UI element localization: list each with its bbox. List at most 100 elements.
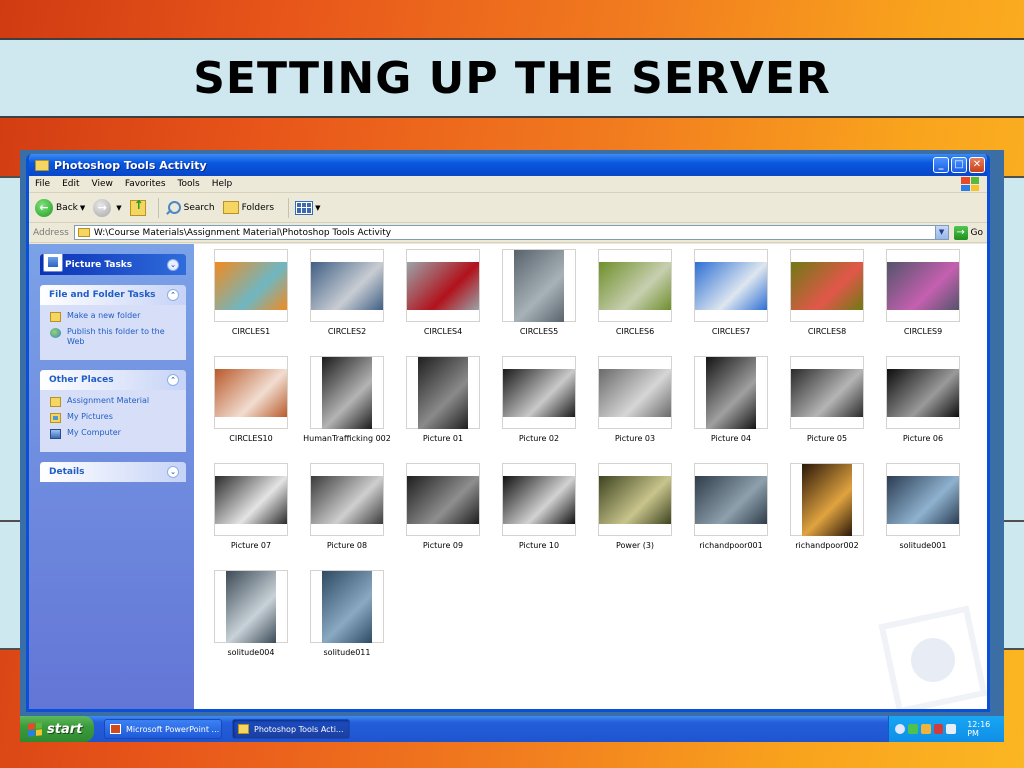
taskbar-explorer[interactable]: Photoshop Tools Acti...: [232, 719, 350, 739]
thumbnail-image: [322, 570, 372, 643]
tray-display-icon[interactable]: [946, 724, 957, 734]
file-thumbnail[interactable]: Picture 03: [587, 356, 683, 463]
thumbnail-frame: [214, 570, 288, 643]
file-thumbnail[interactable]: Picture 02: [491, 356, 587, 463]
tray-security-icon[interactable]: [933, 724, 944, 734]
file-thumbnail[interactable]: CIRCLES4: [395, 249, 491, 356]
picture-tasks-header[interactable]: Picture Tasks ⌄: [40, 254, 186, 275]
toolbar-divider: [157, 197, 159, 218]
menu-view[interactable]: View: [92, 179, 113, 189]
maximize-button[interactable]: □: [951, 157, 967, 173]
thumbnail-image: [311, 261, 383, 310]
make-new-folder-link[interactable]: Make a new folder: [50, 311, 178, 322]
file-thumbnail[interactable]: CIRCLES9: [875, 249, 971, 356]
minimize-button[interactable]: _: [933, 157, 949, 173]
search-button[interactable]: Search: [165, 200, 215, 216]
clock: 12:16 PM: [967, 720, 991, 738]
folders-button[interactable]: Folders: [222, 201, 274, 214]
file-thumbnail[interactable]: Power (3): [587, 463, 683, 570]
file-thumbnail[interactable]: richandpoor002: [779, 463, 875, 570]
menu-file[interactable]: File: [35, 179, 50, 189]
address-input[interactable]: W:\Course Materials\Assignment Material\…: [73, 225, 949, 240]
picture-folder-watermark-icon: [878, 605, 987, 709]
my-pictures-link[interactable]: My Pictures: [50, 412, 178, 423]
start-button[interactable]: start: [20, 716, 94, 742]
file-thumbnail[interactable]: solitude011: [299, 570, 395, 677]
menu-favorites[interactable]: Favorites: [125, 179, 166, 189]
folders-icon: [222, 201, 239, 214]
file-thumbnail[interactable]: richandpoor001: [683, 463, 779, 570]
views-button[interactable]: ▼: [295, 200, 320, 215]
file-thumbnail[interactable]: Picture 10: [491, 463, 587, 570]
go-button[interactable]: → Go: [953, 225, 983, 240]
chevron-down-icon: ▼: [79, 203, 86, 212]
menu-bar: File Edit View Favorites Tools Help: [29, 176, 987, 193]
file-folder-tasks-body: Make a new folder Publish this folder to…: [40, 305, 186, 360]
thumbnail-image: [791, 261, 863, 310]
thumbnail-image: [215, 261, 287, 310]
thumbnail-frame: [886, 356, 960, 429]
chevron-down-icon[interactable]: ⌄: [167, 466, 179, 478]
file-thumbnail[interactable]: CIRCLES10: [203, 356, 299, 463]
back-button[interactable]: ← Back ▼: [35, 198, 86, 217]
file-name: CIRCLES5: [519, 327, 559, 336]
up-folder-icon[interactable]: [129, 198, 146, 216]
chevron-up-icon[interactable]: ⌃: [167, 289, 179, 301]
chevron-up-icon[interactable]: ⌃: [167, 374, 179, 386]
toolbar: ← Back ▼ → ▼ Search Folders: [29, 193, 987, 223]
file-thumbnail[interactable]: HumanTrafficking 002: [299, 356, 395, 463]
other-places-header[interactable]: Other Places ⌃: [40, 370, 186, 390]
window-title-bar[interactable]: Photoshop Tools Activity _ □ ✕: [29, 154, 987, 176]
file-thumbnail[interactable]: CIRCLES7: [683, 249, 779, 356]
menu-tools[interactable]: Tools: [178, 179, 200, 189]
my-pictures-label: My Pictures: [67, 412, 113, 421]
file-thumbnail[interactable]: CIRCLES5: [491, 249, 587, 356]
file-name: CIRCLES1: [231, 327, 271, 336]
my-computer-link[interactable]: My Computer: [50, 428, 178, 439]
close-button[interactable]: ✕: [969, 157, 985, 173]
thumbnail-frame: [790, 356, 864, 429]
file-thumbnail[interactable]: CIRCLES1: [203, 249, 299, 356]
windows-flag-icon: [28, 721, 42, 737]
thumbnail-image: [311, 475, 383, 524]
slide-title: SETTING UP THE SERVER: [193, 52, 831, 104]
menu-edit[interactable]: Edit: [62, 179, 79, 189]
tray-network-icon[interactable]: [907, 724, 918, 734]
file-thumbnail[interactable]: Picture 08: [299, 463, 395, 570]
taskbar: start Microsoft PowerPoint ... Photoshop…: [20, 716, 1004, 742]
publish-folder-link[interactable]: Publish this folder to the Web: [50, 327, 178, 347]
file-thumbnail[interactable]: Picture 07: [203, 463, 299, 570]
thumbnail-frame: [598, 463, 672, 536]
forward-button[interactable]: → ▼: [93, 198, 122, 217]
details-header[interactable]: Details ⌄: [40, 462, 186, 482]
file-thumbnail[interactable]: Picture 04: [683, 356, 779, 463]
chevron-down-icon[interactable]: ▼: [934, 226, 948, 239]
start-label: start: [47, 721, 83, 737]
file-name: Picture 04: [710, 434, 752, 443]
taskbar-powerpoint[interactable]: Microsoft PowerPoint ...: [104, 719, 222, 739]
file-thumbnail[interactable]: CIRCLES2: [299, 249, 395, 356]
tray-expand-icon[interactable]: [895, 724, 905, 734]
file-thumbnail[interactable]: Picture 01: [395, 356, 491, 463]
file-thumbnail[interactable]: CIRCLES6: [587, 249, 683, 356]
thumbnail-frame: [406, 356, 480, 429]
file-folder-tasks-header[interactable]: File and Folder Tasks ⌃: [40, 285, 186, 305]
file-thumbnail[interactable]: solitude001: [875, 463, 971, 570]
file-view: CIRCLES1 CIRCLES2 CIRCLES4 CIRCLES5 CIRCLES6…: [194, 244, 987, 709]
file-thumbnail[interactable]: solitude004: [203, 570, 299, 677]
thumbnail-image: [599, 261, 671, 310]
thumbnail-image: [706, 356, 756, 429]
file-thumbnail[interactable]: Picture 05: [779, 356, 875, 463]
file-thumbnail[interactable]: Picture 09: [395, 463, 491, 570]
file-name: Power (3): [615, 541, 655, 550]
file-thumbnail[interactable]: Picture 06: [875, 356, 971, 463]
tray-app-icon[interactable]: [920, 724, 931, 734]
thumbnail-frame: [214, 249, 288, 322]
taskbar-explorer-label: Photoshop Tools Acti...: [254, 724, 344, 734]
thumbnail-grid: CIRCLES1 CIRCLES2 CIRCLES4 CIRCLES5 CIRCLES6…: [203, 249, 987, 677]
chevron-down-icon[interactable]: ⌄: [167, 258, 179, 271]
assignment-material-link[interactable]: Assignment Material: [50, 396, 178, 407]
file-thumbnail[interactable]: CIRCLES8: [779, 249, 875, 356]
menu-help[interactable]: Help: [212, 179, 233, 189]
search-icon: [165, 200, 181, 216]
